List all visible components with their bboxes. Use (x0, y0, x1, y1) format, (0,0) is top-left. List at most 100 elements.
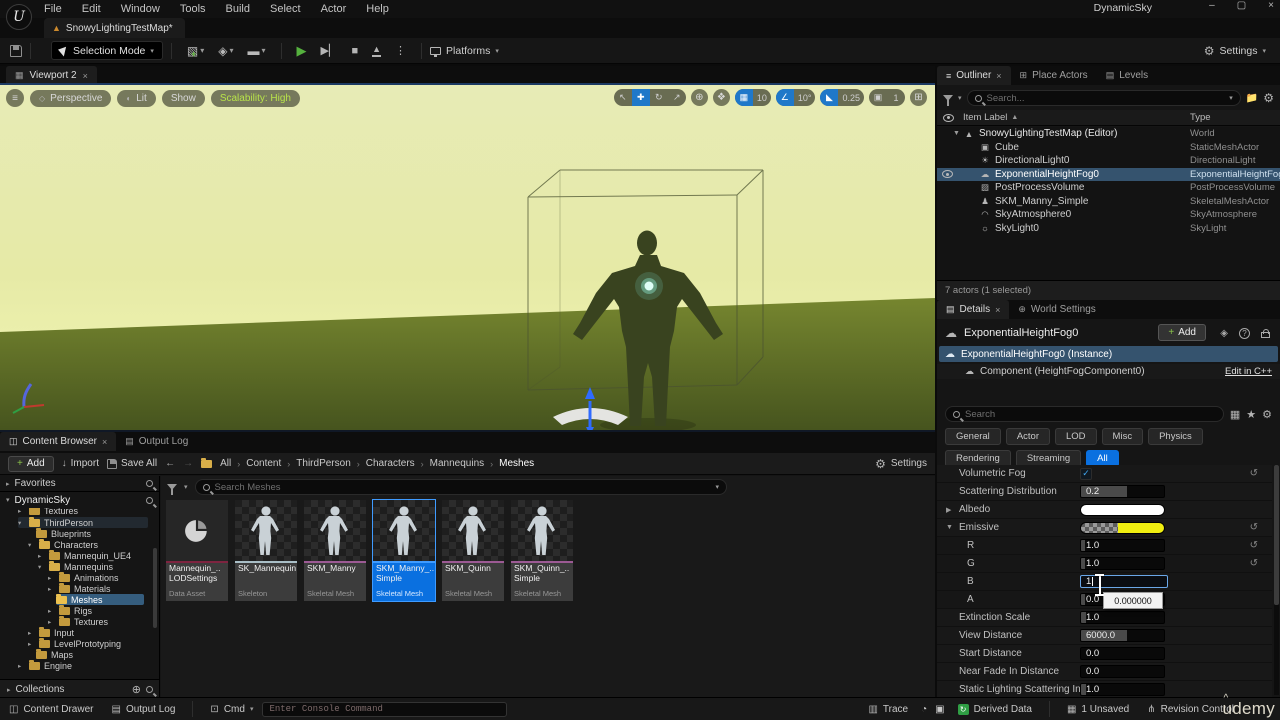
tree-item-textures-clipped[interactable]: ▸Textures (18, 508, 78, 516)
outliner-tab-close-icon[interactable]: × (996, 71, 1001, 81)
stop-button[interactable]: ■ (351, 45, 358, 57)
lock-icon[interactable] (1261, 332, 1270, 338)
breadcrumb-thirdperson[interactable]: ThirdPerson (296, 458, 350, 469)
save-level-icon[interactable] (10, 45, 22, 57)
outliner-search-box[interactable]: ▾ (967, 90, 1241, 106)
tree-scrollbar[interactable] (153, 548, 157, 628)
chip-actor[interactable]: Actor (1006, 428, 1050, 445)
outliner-settings-icon[interactable]: ⚙ (1263, 91, 1274, 105)
collections-section[interactable]: ▸ Collections ⊕ (0, 679, 160, 699)
item-label-column-header[interactable]: Item Label (963, 112, 1007, 123)
edit-in-cpp-link[interactable]: Edit in C++ (1225, 366, 1272, 377)
details-scrollbar[interactable] (1274, 465, 1279, 695)
play-options-kebab[interactable]: ⋮ (395, 44, 406, 57)
tab-output-log[interactable]: ▤ Output Log (116, 432, 197, 451)
console-command-input[interactable] (269, 704, 500, 714)
frame-skip-button[interactable]: ▶▏ (321, 44, 338, 57)
instance-row[interactable]: ☁ ExponentialHeightFog0 (Instance) (939, 346, 1278, 362)
save-all-button[interactable]: Save All (107, 458, 157, 469)
tree-item-mannequin-ue4[interactable]: ▸Mannequin_UE4 (38, 550, 131, 561)
breadcrumb-content[interactable]: Content (246, 458, 281, 469)
grid-snap-value[interactable]: 10 (753, 89, 771, 106)
minimize-button[interactable]: – (1209, 0, 1215, 11)
blueprints-dropdown[interactable]: ◈▾ (218, 44, 233, 58)
chip-physics[interactable]: Physics (1148, 428, 1203, 445)
scale-snap-toggle[interactable]: ◣ (820, 89, 838, 106)
breadcrumb-mannequins[interactable]: Mannequins (430, 458, 484, 469)
start-distance-input[interactable]: 0.0 (1080, 647, 1165, 660)
scattering-distribution-input[interactable]: 0.2 (1080, 485, 1165, 498)
lit-dropdown[interactable]: ◐ Lit (117, 90, 155, 107)
volumetric-fog-checkbox[interactable]: ✓ (1080, 468, 1092, 480)
eject-button[interactable]: ▲ (372, 45, 381, 57)
tree-item-animations[interactable]: ▸Animations (48, 572, 119, 583)
visibility-column-eye-icon[interactable] (943, 114, 954, 122)
surface-snapping-toggle[interactable]: ❖ (713, 89, 730, 106)
output-log-button[interactable]: ▤ Output Log (111, 704, 175, 715)
rotation-snap-value[interactable]: 10° (794, 89, 816, 106)
screenshot-icon[interactable]: ▣ (935, 704, 944, 715)
emissive-color-swatch[interactable] (1080, 522, 1165, 534)
tab-levels[interactable]: ▤ Levels (1097, 66, 1157, 85)
tab-content-browser[interactable]: ◫ Content Browser × (0, 432, 116, 451)
search-icon[interactable] (146, 497, 153, 504)
editor-settings-dropdown[interactable]: ⚙ Settings ▾ (1204, 44, 1266, 58)
expander-icon[interactable]: ▼ (946, 524, 953, 531)
outliner-row[interactable]: ☼ SkyLight0 SkyLight (937, 222, 1280, 236)
reset-icon[interactable]: ↺ (1250, 522, 1258, 533)
close-button[interactable]: × (1268, 0, 1274, 11)
reset-icon[interactable]: ↺ (1250, 540, 1258, 551)
forward-icon[interactable]: → (183, 458, 193, 469)
display-grid-icon[interactable]: ▦ (1230, 408, 1240, 421)
tree-item-rigs[interactable]: ▸Rigs (48, 605, 92, 616)
select-tool[interactable]: ↖ (614, 89, 632, 106)
tree-item-meshes-selected[interactable]: Meshes (56, 594, 144, 605)
tree-item-materials[interactable]: ▸Materials (48, 583, 111, 594)
revision-control-button[interactable]: ⋔ Revision Control (1147, 704, 1234, 715)
details-search-input[interactable] (965, 409, 1216, 420)
rotation-snap-toggle[interactable]: ∠ (776, 89, 794, 106)
tree-item-input[interactable]: ▸Input (28, 627, 74, 638)
outliner-row[interactable]: ▼ ▲ SnowyLightingTestMap (Editor) World (937, 127, 1280, 141)
favorites-star-icon[interactable]: ★ (1246, 408, 1256, 421)
tab-world-settings[interactable]: ⊕ World Settings (1009, 300, 1104, 319)
chip-general[interactable]: General (945, 428, 1001, 445)
tree-item-maps[interactable]: Maps (36, 649, 73, 660)
add-asset-button[interactable]: +Add (8, 456, 54, 472)
scale-snap-value[interactable]: 0.25 (838, 89, 864, 106)
emissive-b-input[interactable]: 1 (1080, 575, 1168, 588)
selection-mode-dropdown[interactable]: Selection Mode ▾ (51, 41, 163, 60)
eye-icon[interactable] (942, 170, 953, 178)
level-tab[interactable]: ▲ SnowyLightingTestMap* (44, 18, 185, 38)
show-dropdown[interactable]: Show (162, 90, 205, 107)
outliner-search-input[interactable] (987, 93, 1225, 104)
grid-snap-toggle[interactable]: ▦ (735, 89, 753, 106)
asset-tile-lodsettings[interactable]: Mannequin_.. LODSettings Data Asset (166, 500, 228, 601)
viewport-tab-close-icon[interactable]: × (83, 71, 88, 81)
chip-misc[interactable]: Misc (1102, 428, 1144, 445)
albedo-color-swatch[interactable] (1080, 504, 1165, 516)
scalability-badge[interactable]: Scalability: High (211, 90, 300, 107)
asset-tile-skm-manny[interactable]: SKM_Manny Skeletal Mesh (304, 500, 366, 601)
favorites-section[interactable]: ▸ Favorites (0, 476, 159, 492)
perspective-dropdown[interactable]: ◇ Perspective (30, 90, 111, 107)
tree-item-mannequins[interactable]: ▾Mannequins (38, 561, 113, 572)
menu-tools[interactable]: Tools (180, 3, 206, 15)
menu-help[interactable]: Help (366, 3, 389, 15)
tree-item-textures[interactable]: ▸Textures (48, 616, 108, 627)
emissive-r-input[interactable]: 1.0 (1080, 539, 1165, 552)
component-row[interactable]: ☁ Component (HeightFogComponent0) Edit i… (937, 364, 1280, 379)
breadcrumb-characters[interactable]: Characters (366, 458, 415, 469)
maximize-viewport-button[interactable]: ⊞ (910, 89, 927, 106)
tree-item-levelprototyping[interactable]: ▸LevelPrototyping (28, 638, 121, 649)
camera-speed-icon[interactable]: ▣ (869, 89, 887, 106)
chip-lod[interactable]: LOD (1055, 428, 1097, 445)
tab-details[interactable]: ▤ Details × (937, 300, 1009, 319)
type-column-header[interactable]: Type (1190, 112, 1211, 123)
filter-icon[interactable] (943, 95, 953, 101)
outliner-row-selected[interactable]: ☁ ExponentialHeightFog0 ExponentialHeigh… (937, 168, 1280, 182)
static-lighting-scattering-input[interactable]: 1.0 (1080, 683, 1165, 696)
unsaved-button[interactable]: ▦ 1 Unsaved (1067, 704, 1129, 715)
asset-search-input[interactable] (215, 482, 711, 493)
import-button[interactable]: ↓Import (62, 458, 99, 469)
